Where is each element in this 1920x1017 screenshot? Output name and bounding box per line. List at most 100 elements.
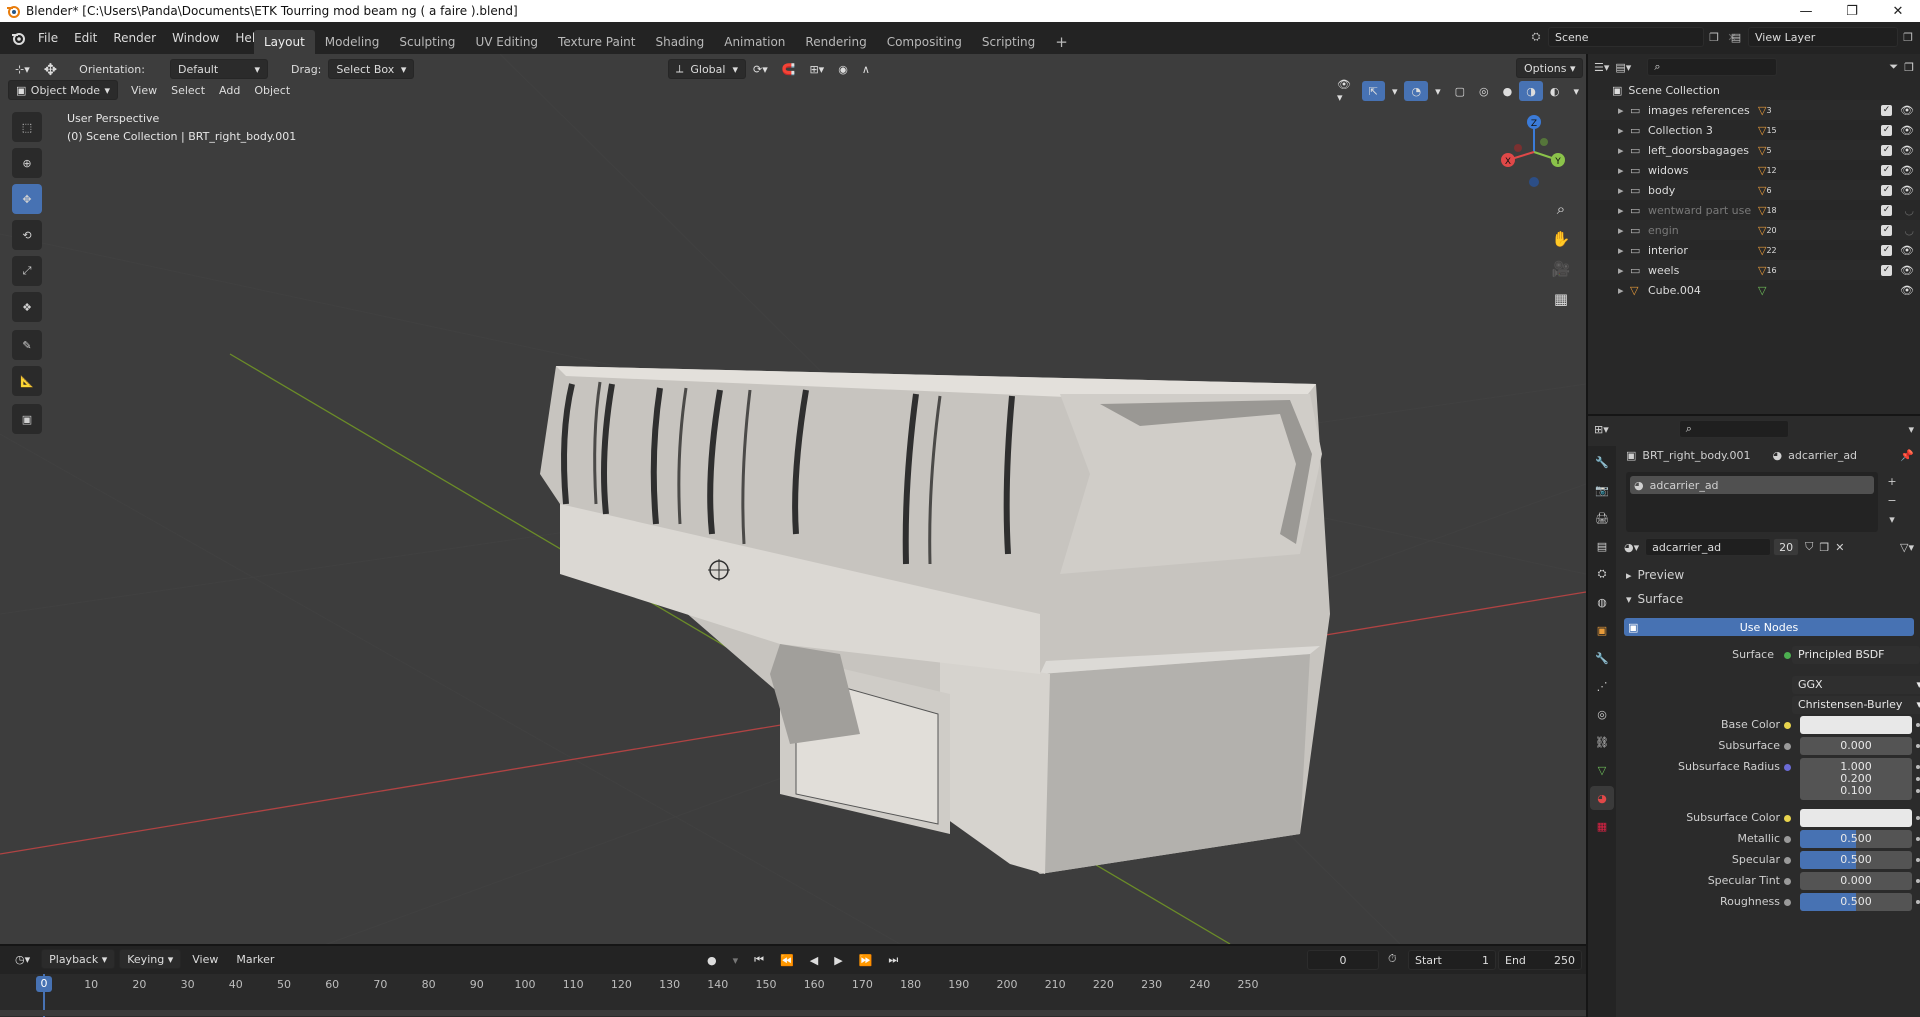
value-slider[interactable]: 0.500 [1800,893,1912,911]
scale-tool[interactable]: ⤢ [12,256,42,286]
expand-arrow-icon[interactable]: ▸ [1618,104,1630,117]
duplicate-material-icon[interactable]: ❐ [1819,541,1829,554]
texture-tab-icon[interactable]: ▦ [1590,814,1614,838]
current-frame-field[interactable]: 0 [1307,950,1379,970]
snap-icon[interactable]: 🧲 [775,59,803,79]
tab-scripting[interactable]: Scripting [972,30,1045,54]
material-slot-row[interactable]: ◕ adcarrier_ad [1630,476,1874,494]
eye-icon[interactable]: 👁 [1900,284,1914,297]
keyframe-dot-icon[interactable] [1916,816,1920,820]
color-swatch[interactable] [1800,716,1912,734]
tab-uv-editing[interactable]: UV Editing [465,30,548,54]
3d-viewport[interactable]: ⊹▾ ✥ Orientation: Default ▾ Drag: Select … [0,54,1586,944]
rotate-tool[interactable]: ⟲ [12,220,42,250]
surface-shader-dropdown[interactable]: Principled BSDF [1792,646,1920,664]
tab-animation[interactable]: Animation [714,30,795,54]
expand-arrow-icon[interactable]: ▸ [1618,204,1630,217]
start-frame-field[interactable]: Start 1 [1408,950,1496,970]
material-name-field[interactable]: adcarrier_ad [1645,538,1772,556]
value-slider[interactable]: 0.500 [1800,851,1912,869]
exclude-checkbox[interactable]: ✓ [1881,184,1892,196]
play-reverse-icon[interactable]: ◀ [803,950,825,970]
zoom-icon[interactable]: ⌕ [1549,194,1573,224]
expand-arrow-icon[interactable]: ▸ [1618,144,1630,157]
user-count[interactable]: 20 [1773,538,1800,556]
pivot-point-icon[interactable]: ⟳▾ [746,59,775,79]
ortho-grid-icon[interactable]: ▦ [1549,284,1573,314]
use-nodes-button[interactable]: ▣ Use Nodes [1624,618,1914,636]
keyframe-dot-icon[interactable] [1916,744,1920,748]
playhead-label[interactable]: 0 [36,976,52,992]
options-dropdown[interactable]: Options ▾ [1516,58,1584,78]
filter-icon[interactable]: ⏷ [1889,60,1898,74]
end-frame-field[interactable]: End 250 [1498,950,1582,970]
menu-edit[interactable]: Edit [66,27,105,49]
gizmo-toggle-icon[interactable]: ⇱ [1361,81,1385,101]
blender-menu-icon[interactable] [6,27,30,49]
expand-arrow-icon[interactable]: ▸ [1618,164,1630,177]
add-workspace-button[interactable]: + [1045,30,1078,54]
scene-selector[interactable]: Scene [1548,27,1704,47]
keyframe-dot-icon[interactable] [1916,777,1920,781]
outliner-item[interactable]: ▸ ▭ wentward part use ▽ 18 ✓ ◡ [1588,200,1920,220]
exclude-checkbox[interactable]: ✓ [1881,244,1892,256]
jump-start-icon[interactable]: ⏮ [747,950,771,970]
tab-layout[interactable]: Layout [254,30,315,54]
viewport-menu-add[interactable]: Add [212,80,247,100]
value-slider[interactable]: 0.000 [1800,872,1912,890]
tab-shading[interactable]: Shading [645,30,714,54]
menu-window[interactable]: Window [164,27,227,49]
exclude-checkbox[interactable]: ✓ [1881,224,1892,236]
keying-menu[interactable]: Keying ▾ [119,949,182,969]
outliner-item[interactable]: ▸ ▭ interior ▽ 22 ✓ 👁 [1588,240,1920,260]
transform-orientation-dropdown[interactable]: ⟂ Global ▾ [668,59,746,79]
eye-icon[interactable]: ◡ [1904,204,1914,217]
outliner-item[interactable]: ▸ ▭ left_doorsbagages ▽ 5 ✓ 👁 [1588,140,1920,160]
annotate-tool[interactable]: ✎ [12,330,42,360]
play-icon[interactable]: ▶ [827,950,849,970]
shading-dropdown-icon[interactable]: ▾ [1566,81,1586,101]
properties-editor-type-icon[interactable]: ⊞▾ [1594,423,1609,436]
eye-icon[interactable]: 👁 [1900,184,1914,197]
exclude-checkbox[interactable]: ✓ [1881,164,1892,176]
solid-shading-icon[interactable]: ● [1496,81,1520,101]
value-slider[interactable]: 0.500 [1800,830,1912,848]
view-layer-tab-icon[interactable]: ▤ [1590,534,1614,558]
surface-panel-header[interactable]: ▾ Surface [1620,590,1683,608]
output-tab-icon[interactable]: 🖨 [1590,506,1614,530]
measure-tool[interactable]: 📐 [12,366,42,396]
expand-arrow-icon[interactable]: ▸ [1618,284,1630,297]
timeline-scrubber[interactable]: 0 10 20 30 40 50 60 70 80 90 100 110 120 130 140 150 160… [0,974,1586,1017]
object-tab-icon[interactable]: ▣ [1590,618,1614,642]
fake-user-icon[interactable]: ⛉ [1805,540,1813,554]
camera-icon[interactable]: 🎥 [1549,254,1573,284]
stopwatch-icon[interactable]: ⏱ [1388,952,1397,966]
constraints-tab-icon[interactable]: ⛓ [1590,730,1614,754]
tab-modeling[interactable]: Modeling [315,30,390,54]
eye-icon[interactable]: ◡ [1904,224,1914,237]
proportional-edit-icon[interactable]: ◉ [831,59,855,79]
overlay-toggle-icon[interactable]: ◔ [1404,81,1429,101]
jump-end-icon[interactable]: ⏭ [881,950,905,970]
timeline-view-menu[interactable]: View [185,949,225,969]
gizmo-dropdown-icon[interactable]: ▾ [1385,81,1405,101]
render-tab-icon[interactable]: 📷 [1590,478,1614,502]
value-slider[interactable]: 0.000 [1800,737,1912,755]
tab-rendering[interactable]: Rendering [795,30,876,54]
subsurface-method-dropdown[interactable]: Christensen-Burley ▾ [1792,696,1920,714]
timeline-marker-menu[interactable]: Marker [229,949,281,969]
add-slot-button[interactable]: + [1882,472,1902,491]
link-dropdown-icon[interactable]: ▽▾ [1900,541,1914,554]
eye-icon[interactable]: 👁 [1900,244,1914,257]
visibility-icon[interactable]: 👁▾ [1330,78,1362,104]
outliner-item[interactable]: ▸ ▭ images references ▽ 3 ✓ 👁 [1588,100,1920,120]
minimize-button[interactable]: — [1783,0,1829,22]
keyframe-dropdown-icon[interactable]: ▾ [726,950,746,970]
orientation-dropdown[interactable]: Default ▾ [169,59,268,79]
mode-dropdown[interactable]: ▣ Object Mode ▾ [8,80,118,100]
scene-tab-icon[interactable]: ⛭ [1590,562,1614,586]
display-mode-icon[interactable]: ▤▾ [1615,61,1631,74]
scene-collection-row[interactable]: ▣ Scene Collection [1588,80,1920,100]
keyframe-dot-icon[interactable] [1916,765,1920,769]
timeline-scrollbar[interactable] [0,1010,1586,1016]
